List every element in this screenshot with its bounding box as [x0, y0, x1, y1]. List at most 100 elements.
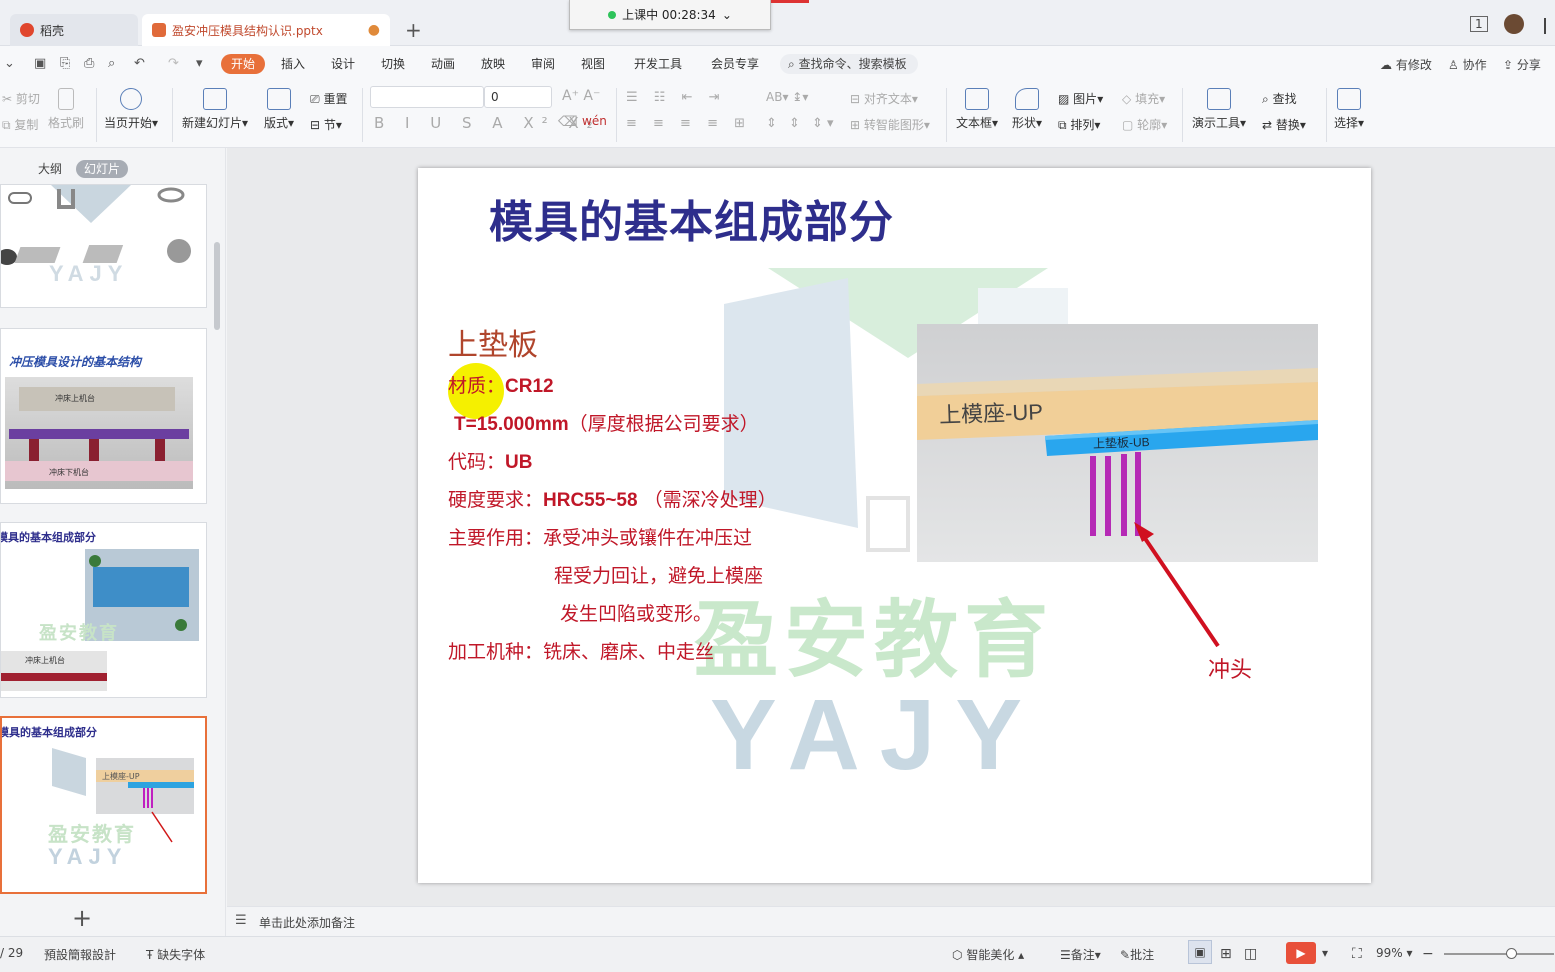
- list-buttons[interactable]: ☰ ☷ ⇤ ⇥: [626, 90, 726, 105]
- normal-view-icon[interactable]: ▣: [1188, 940, 1212, 964]
- convert-smartart-button[interactable]: ⊞ 转智能图形▾: [850, 116, 930, 133]
- menu-developer[interactable]: 开发工具: [624, 54, 692, 74]
- copy-button[interactable]: ⧉ 复制: [2, 116, 38, 133]
- export-icon[interactable]: ⎘: [60, 56, 70, 71]
- font-name-select[interactable]: [370, 86, 484, 108]
- zoom-slider-thumb[interactable]: [1506, 948, 1517, 959]
- collaborate-button[interactable]: ♙ 协作: [1448, 56, 1487, 73]
- layout-button[interactable]: 版式▾: [264, 88, 294, 131]
- slide-title[interactable]: 模具的基本组成部分: [489, 186, 894, 250]
- function-line[interactable]: 主要作用：承受冲头或镶件在冲压过: [448, 523, 752, 550]
- missing-font-button[interactable]: Ŧ 缺失字体: [146, 946, 205, 963]
- picture-button[interactable]: ▨ 图片▾: [1058, 90, 1103, 107]
- avatar[interactable]: [1504, 14, 1524, 34]
- chevron-icon[interactable]: ⌄: [4, 56, 15, 71]
- present-tools-button[interactable]: 演示工具▾: [1192, 88, 1246, 131]
- changes-button[interactable]: ☁ 有修改: [1380, 56, 1432, 73]
- zoom-slider[interactable]: [1444, 953, 1554, 955]
- new-slide-button[interactable]: 新建幻灯片▾: [182, 88, 248, 131]
- text-direction-button[interactable]: AB▾ ↨▾: [766, 90, 808, 104]
- clear-format-icon[interactable]: ⌫: [558, 114, 578, 130]
- notes-pane[interactable]: ☰ 单击此处添加备注: [227, 906, 1555, 936]
- select-button[interactable]: 选择▾: [1334, 88, 1364, 131]
- upper-backing-plate-image[interactable]: 上模座-UP 上垫板-UB: [917, 324, 1318, 562]
- menu-home[interactable]: 开始: [221, 54, 266, 74]
- zoom-out-icon[interactable]: −: [1422, 946, 1434, 962]
- menu-slideshow[interactable]: 放映: [471, 54, 515, 74]
- chevron-down-icon[interactable]: ▾: [1322, 946, 1328, 960]
- align-text-button[interactable]: ⊟ 对齐文本▾: [850, 90, 918, 107]
- slide-thumbnail-1[interactable]: YAJY: [0, 184, 207, 308]
- function-text-2[interactable]: 程受力回让，避免上模座: [554, 561, 763, 588]
- section-button[interactable]: ⊟ 节▾: [310, 116, 342, 133]
- docer-icon: [20, 23, 34, 37]
- share-button[interactable]: ⇪ 分享: [1503, 56, 1541, 73]
- tab-outline[interactable]: 大纲: [30, 160, 70, 178]
- menu-view[interactable]: 视图: [571, 54, 615, 74]
- phonetic-icon[interactable]: wén: [582, 114, 607, 128]
- fill-button[interactable]: ◇ 填充▾: [1122, 90, 1165, 107]
- live-class-indicator[interactable]: 上课中 00:28:34 ⌄: [569, 0, 771, 30]
- copy-label: 复制: [14, 118, 39, 132]
- menu-design[interactable]: 设计: [321, 54, 365, 74]
- theme-name[interactable]: 預設簡報設計: [44, 946, 116, 963]
- line-spacing-buttons[interactable]: ⇕ ⇕ ⇕▾: [766, 116, 837, 131]
- shape-button[interactable]: 形状▾: [1012, 88, 1042, 131]
- tab-docer[interactable]: 稻壳: [10, 14, 138, 46]
- paragraph-align-buttons[interactable]: ≡ ≡ ≡ ≡ ⊞: [626, 116, 751, 131]
- material-line[interactable]: 材质：CR12: [448, 371, 554, 398]
- preview-icon[interactable]: ⌕: [108, 56, 115, 71]
- slide-subtitle[interactable]: 上垫板: [448, 320, 538, 364]
- play-slideshow-icon[interactable]: ▶: [1286, 942, 1316, 964]
- cut-button[interactable]: ✂ 剪切: [2, 90, 40, 107]
- unsaved-dot-icon[interactable]: ●: [368, 22, 380, 38]
- arrange-button[interactable]: ⧉ 排列▾: [1058, 116, 1100, 133]
- function-text-3[interactable]: 发生凹陷或变形。: [560, 599, 712, 626]
- redo-icon[interactable]: ↷: [168, 56, 179, 71]
- punch-label[interactable]: 冲头: [1208, 652, 1252, 684]
- fit-window-icon[interactable]: ⛶: [1352, 946, 1362, 962]
- notes-toggle-button[interactable]: ☰备注▾: [1060, 946, 1101, 963]
- save-icon[interactable]: ▣: [34, 56, 46, 71]
- undo-icon[interactable]: ↶: [134, 56, 145, 71]
- window-count-badge[interactable]: 1: [1470, 16, 1488, 32]
- menu-review[interactable]: 审阅: [521, 54, 565, 74]
- find-button[interactable]: ⌕ 查找: [1262, 90, 1297, 107]
- panel-scrollbar[interactable]: [214, 242, 220, 330]
- new-tab-button[interactable]: +: [405, 18, 422, 42]
- smart-beautify-button[interactable]: ⬡ 智能美化 ▴: [952, 946, 1024, 963]
- textbox-button[interactable]: 文本框▾: [956, 88, 998, 131]
- slide-thumbnail-4-selected[interactable]: 模具的基本组成部分 上模座-UP 盈安教育 YAJY: [0, 716, 207, 894]
- ribbon-divider: [946, 88, 947, 142]
- page-indicator[interactable]: / 29: [0, 946, 23, 960]
- hardness-line[interactable]: 硬度要求：HRC55~58 （需深冷处理）: [448, 485, 777, 512]
- font-grow-icon[interactable]: A⁺ A⁻: [562, 88, 600, 104]
- tab-slides[interactable]: 幻灯片: [76, 160, 129, 178]
- font-size-select[interactable]: 0: [484, 86, 552, 108]
- reading-view-icon[interactable]: ◫: [1244, 946, 1257, 962]
- comments-button[interactable]: ✎批注: [1120, 946, 1154, 963]
- menu-member[interactable]: 会员专享: [701, 54, 769, 74]
- menu-transition[interactable]: 切换: [371, 54, 415, 74]
- slide-thumbnail-3[interactable]: 模具的基本组成部分 冲床上机台 盈安教育: [0, 522, 207, 698]
- reset-button[interactable]: ⎚ 重置: [310, 90, 347, 107]
- code-line[interactable]: 代码：UB: [448, 447, 532, 474]
- command-search-input[interactable]: ⌕ 查找命令、搜索模板: [780, 54, 918, 74]
- thickness-line[interactable]: T=15.000mm（厚度根据公司要求）: [454, 409, 759, 436]
- menu-insert[interactable]: 插入: [271, 54, 315, 74]
- window-controls-icon[interactable]: [1544, 18, 1555, 34]
- replace-button[interactable]: ⇄ 替换▾: [1262, 116, 1306, 133]
- format-painter-button[interactable]: 格式刷: [48, 88, 84, 131]
- slide-thumbnail-2[interactable]: 冲压模具设计的基本结构 冲床上机台 冲床下机台: [0, 328, 207, 504]
- from-current-slide-button[interactable]: 当页开始▾: [104, 88, 158, 131]
- print-icon[interactable]: ⎙: [84, 56, 94, 71]
- zoom-level[interactable]: 99% ▾: [1376, 946, 1413, 960]
- menu-animation[interactable]: 动画: [421, 54, 465, 74]
- slide[interactable]: 盈安教育 YAJY 模具的基本组成部分 上垫板 材质：CR12 T=15.000…: [418, 168, 1371, 883]
- tab-document[interactable]: 盈安冲压模具结构认识.pptx ●: [142, 14, 390, 46]
- customize-icon[interactable]: ▾: [196, 56, 203, 71]
- add-slide-button[interactable]: +: [72, 904, 92, 932]
- outline-button[interactable]: ▢ 轮廓▾: [1122, 116, 1167, 133]
- slide-sorter-icon[interactable]: ⊞: [1220, 946, 1232, 962]
- machining-line[interactable]: 加工机种：铣床、磨床、中走丝: [448, 637, 714, 664]
